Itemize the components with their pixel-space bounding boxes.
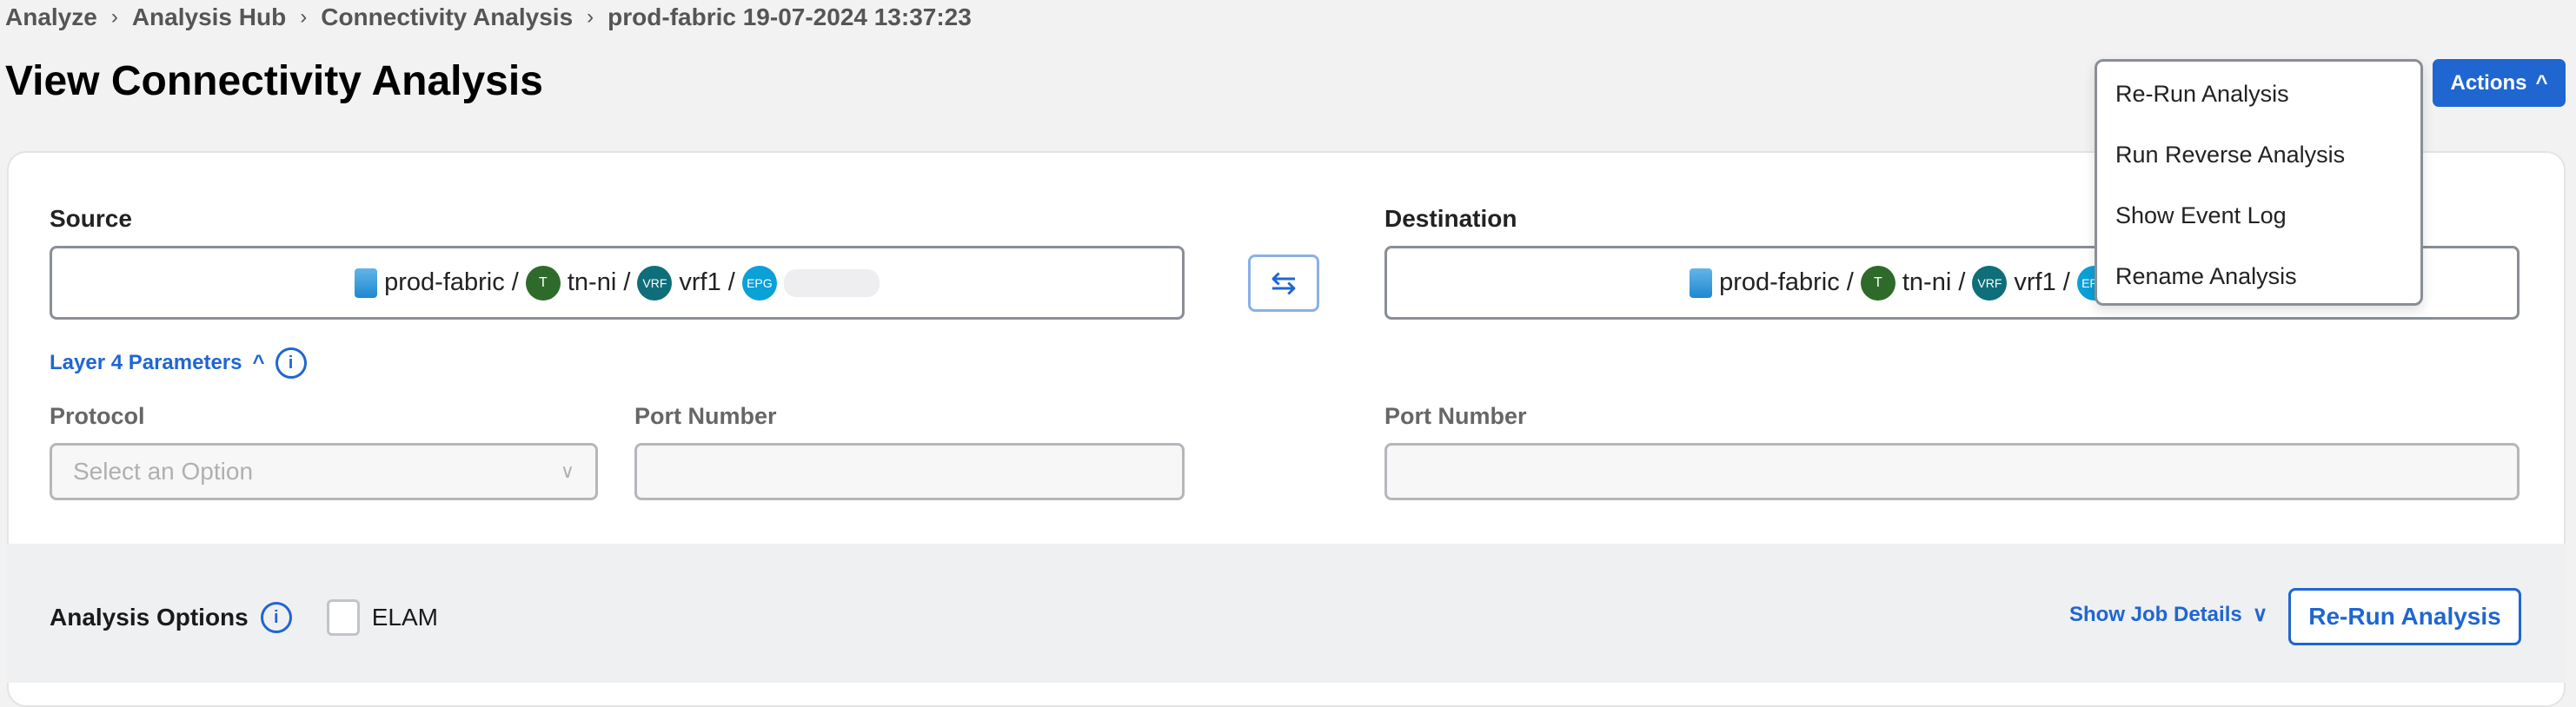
breadcrumb-current: prod-fabric 19-07-2024 13:37:23 [607, 3, 972, 30]
menu-item-rename-analysis[interactable]: Rename Analysis [2097, 246, 2420, 307]
layer4-toggle[interactable]: Layer 4 Parameters ^ i [50, 347, 307, 379]
swap-button[interactable]: ⇆ [1248, 254, 1319, 312]
analysis-options: Analysis Options i ELAM [50, 599, 438, 636]
show-job-details-link[interactable]: Show Job Details ∨ [2069, 602, 2267, 627]
elam-checkbox[interactable] [326, 599, 360, 636]
menu-item-rerun-analysis[interactable]: Re-Run Analysis [2097, 63, 2420, 124]
chevron-up-icon: ^ [2535, 70, 2548, 95]
destination-tenant: tn-ni / [1902, 268, 1966, 296]
vrf-icon: VRF [1972, 265, 2008, 301]
fabric-icon [355, 268, 378, 298]
info-icon[interactable]: i [275, 347, 307, 379]
breadcrumb: Analyze › Analysis Hub › Connectivity Anal… [5, 0, 972, 35]
chevron-down-icon: ∨ [560, 460, 574, 482]
protocol-placeholder: Select an Option [73, 458, 254, 485]
page-title: View Connectivity Analysis [5, 58, 543, 104]
breadcrumb-analysis-hub[interactable]: Analysis Hub [132, 3, 286, 31]
layer4-label: Layer 4 Parameters [50, 351, 242, 374]
source-port-input[interactable] [634, 443, 1185, 500]
epg-icon: EPG [741, 265, 777, 301]
source-vrf: vrf1 / [679, 268, 735, 296]
fabric-icon [1690, 268, 1713, 298]
menu-item-run-reverse-analysis[interactable]: Run Reverse Analysis [2097, 124, 2420, 185]
chevron-down-icon: ∨ [2252, 603, 2268, 626]
source-tenant: tn-ni / [567, 268, 631, 296]
chevron-right-icon: › [110, 5, 118, 29]
swap-icon: ⇆ [1270, 265, 1298, 301]
show-job-details-label: Show Job Details [2069, 602, 2242, 626]
actions-menu: Re-Run Analysis Run Reverse Analysis Sho… [2095, 59, 2423, 306]
protocol-select[interactable]: Select an Option ∨ [50, 443, 598, 500]
destination-label: Destination [1384, 205, 1517, 232]
menu-item-show-event-log[interactable]: Show Event Log [2097, 185, 2420, 246]
chevron-right-icon: › [300, 5, 308, 29]
source-fabric: prod-fabric / [384, 268, 519, 296]
vrf-icon: VRF [637, 265, 673, 301]
chevron-up-icon: ^ [252, 351, 265, 374]
breadcrumb-connectivity-analysis[interactable]: Connectivity Analysis [321, 3, 573, 31]
destination-fabric: prod-fabric / [1719, 268, 1854, 296]
chevron-right-icon: › [587, 5, 594, 29]
source-label: Source [50, 205, 132, 232]
info-icon[interactable]: i [260, 602, 292, 633]
elam-label: ELAM [371, 604, 438, 631]
destination-port-label: Port Number [1384, 403, 1527, 429]
analysis-options-label: Analysis Options [50, 604, 249, 631]
protocol-label: Protocol [50, 403, 145, 429]
destination-port-input[interactable] [1384, 443, 2520, 500]
actions-button[interactable]: Actions ^ [2433, 59, 2566, 107]
breadcrumb-analyze[interactable]: Analyze [5, 3, 97, 31]
tenant-icon: T [1860, 265, 1895, 301]
source-port-label: Port Number [634, 403, 777, 429]
tenant-icon: T [525, 265, 561, 301]
destination-vrf: vrf1 / [2014, 268, 2070, 296]
rerun-analysis-button[interactable]: Re-Run Analysis [2288, 588, 2521, 645]
redacted-epg [783, 268, 880, 297]
actions-label: Actions [2450, 70, 2527, 95]
source-field[interactable]: prod-fabric / Ttn-ni / VRF vrf1 / EPG [50, 246, 1185, 320]
